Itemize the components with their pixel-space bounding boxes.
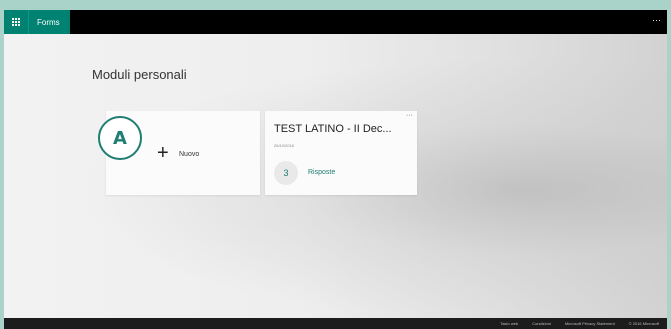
form-card[interactable]: TEST LATINO - II Dec... 26/10/2016 ··· 3… bbox=[265, 111, 417, 195]
app-launcher-button[interactable] bbox=[4, 10, 28, 34]
plus-icon: + bbox=[157, 142, 169, 164]
footer-copyright: © 2016 Microsoft bbox=[628, 321, 659, 326]
responses-link[interactable]: Risposte bbox=[308, 169, 335, 176]
form-more-options-icon[interactable]: ··· bbox=[406, 112, 413, 120]
waffle-icon bbox=[12, 18, 20, 26]
footer-link-terms[interactable]: Condizioni bbox=[532, 321, 551, 326]
new-form-label: Nuovo bbox=[179, 151, 200, 158]
form-title: TEST LATINO - II Dec... bbox=[274, 123, 392, 135]
footer-link-privacy[interactable]: Microsoft Privacy Statement bbox=[565, 321, 615, 326]
app-name[interactable]: Forms bbox=[28, 10, 70, 34]
top-bar: Forms ··· bbox=[4, 10, 667, 34]
form-date: 26/10/2016 bbox=[274, 143, 295, 148]
response-count-badge: 3 bbox=[274, 161, 298, 185]
footer-link-web[interactable]: Tasto web bbox=[500, 321, 518, 326]
forms-window: Forms ··· Moduli personali + Nuovo TEST … bbox=[4, 10, 667, 329]
footer: Tasto web Condizioni Microsoft Privacy S… bbox=[4, 318, 667, 329]
page-title: Moduli personali bbox=[92, 67, 187, 82]
more-options-icon[interactable]: ··· bbox=[652, 15, 661, 25]
annotation-badge: A bbox=[98, 116, 142, 160]
